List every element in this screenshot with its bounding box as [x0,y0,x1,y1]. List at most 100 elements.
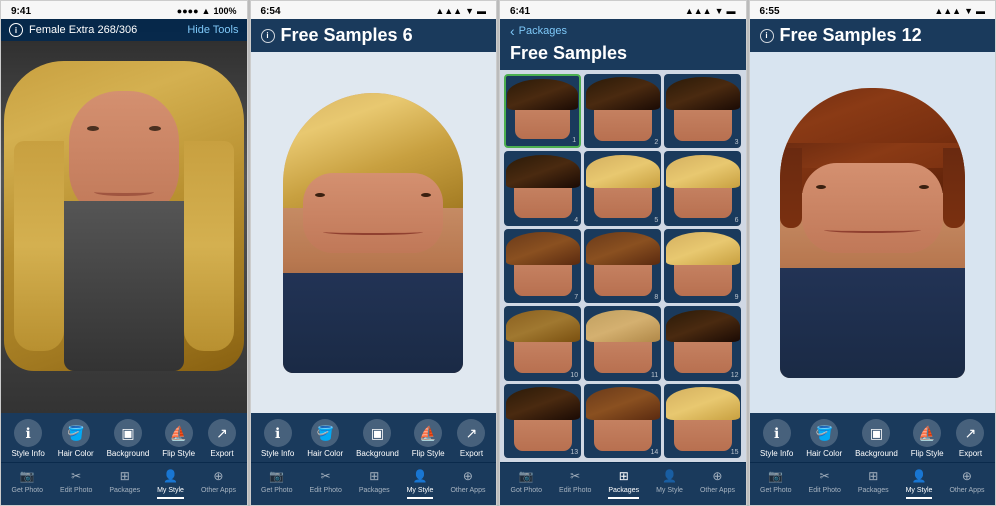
info-icon-2[interactable]: i [261,29,275,43]
cell-num-7: 7 [574,294,578,301]
background-icon-2: ▣ [363,419,391,447]
tab-other-apps-4[interactable]: ⊕ Other Apps [949,467,984,499]
tab-other-apps-1[interactable]: ⊕ Other Apps [201,467,236,499]
style-info-icon-4: ℹ [763,419,791,447]
mini-hair-13 [506,387,580,420]
cell-num-3: 3 [735,139,739,146]
app-header-4: i Free Samples 12 [750,19,996,52]
grid-cell-12[interactable]: 12 [664,306,741,380]
grid-cell-2[interactable]: 2 [584,74,661,148]
grid-cell-3[interactable]: 3 [664,74,741,148]
toolbar-top-2: ℹ Style Info 🪣 Hair Color ▣ Background ⛵… [251,413,497,462]
tool-hair-color-1[interactable]: 🪣 Hair Color [58,419,94,458]
grid-cell-9[interactable]: 9 [664,229,741,303]
back-label-3[interactable]: Packages [519,25,567,37]
got-photo-icon-3: 📷 [515,467,537,485]
tab-get-photo-4[interactable]: 📷 Get Photo [760,467,792,499]
tool-flip-style-1[interactable]: ⛵ Flip Style [162,419,195,458]
mini-person-6 [674,159,732,219]
grid-cell-1[interactable]: 1 [504,74,581,148]
info-icon-4[interactable]: i [760,29,774,43]
hair-color-icon-4: 🪣 [810,419,838,447]
packages-icon-1: ⊞ [114,467,136,485]
tool-style-info-1[interactable]: ℹ Style Info [11,419,44,458]
cell-num-5: 5 [654,217,658,224]
cell-num-11: 11 [651,372,658,379]
tool-background-2[interactable]: ▣ Background [356,419,399,458]
tab-edit-photo-4[interactable]: ✂ Edit Photo [809,467,841,499]
tab-packages-3[interactable]: ⊞ Packages [608,467,639,499]
edit-photo-icon-1: ✂ [65,467,87,485]
tab-get-photo-2[interactable]: 📷 Get Photo [261,467,293,499]
grid-cell-15[interactable]: 15 [664,384,741,458]
mini-hair-4 [506,155,580,188]
info-icon-1[interactable]: i [9,23,23,37]
eye-left-4 [816,185,826,189]
grid-cell-8[interactable]: 8 [584,229,661,303]
tool-export-4[interactable]: ↗ Export [956,419,984,458]
flip-style-icon-1: ⛵ [165,419,193,447]
tab-my-style-2[interactable]: 👤 My Style [407,467,434,499]
time-2: 6:54 [261,6,281,17]
tool-hair-color-4[interactable]: 🪣 Hair Color [806,419,842,458]
tool-flip-style-4[interactable]: ⛵ Flip Style [911,419,944,458]
grid-cell-5[interactable]: 5 [584,151,661,225]
hide-tools-btn[interactable]: Hide Tools [187,24,238,36]
get-photo-label-2: Get Photo [261,487,293,494]
tab-packages-1[interactable]: ⊞ Packages [109,467,140,499]
tab-my-style-4[interactable]: 👤 My Style [906,467,933,499]
mini-hair-12 [666,310,740,343]
grid-cell-11[interactable]: 11 [584,306,661,380]
woman-photo-4 [780,88,965,378]
grid-cell-4[interactable]: 4 [504,151,581,225]
mouth-2 [323,229,423,235]
tool-style-info-4[interactable]: ℹ Style Info [760,419,793,458]
tab-edit-photo-1[interactable]: ✂ Edit Photo [60,467,92,499]
grid-cell-7[interactable]: 7 [504,229,581,303]
tab-edit-photo-3[interactable]: ✂ Edit Photo [559,467,591,499]
app-header-2: i Free Samples 6 [251,19,497,52]
mini-person-3 [674,81,732,141]
tab-edit-photo-2[interactable]: ✂ Edit Photo [310,467,342,499]
tool-background-4[interactable]: ▣ Background [855,419,898,458]
got-photo-label-3: Got Photo [511,487,543,494]
tab-my-style-1[interactable]: 👤 My Style [157,467,184,499]
get-photo-icon-1: 📷 [16,467,38,485]
tool-export-2[interactable]: ↗ Export [457,419,485,458]
other-apps-icon-3: ⊕ [706,467,728,485]
grid-cell-10[interactable]: 10 [504,306,581,380]
time-1: 9:41 [11,6,31,17]
tab-packages-2[interactable]: ⊞ Packages [359,467,390,499]
screen-4: i Free Samples 12 [750,19,996,505]
status-bar-3: 6:41 ▲▲▲ ▼ ▬ [500,1,746,19]
tab-packages-4[interactable]: ⊞ Packages [858,467,889,499]
export-label-2: Export [460,449,483,458]
tab-other-apps-3[interactable]: ⊕ Other Apps [700,467,735,499]
grid-cell-14[interactable]: 14 [584,384,661,458]
tool-export-1[interactable]: ↗ Export [208,419,236,458]
tab-other-apps-2[interactable]: ⊕ Other Apps [450,467,485,499]
flip-style-label-4: Flip Style [911,449,944,458]
other-apps-icon-4: ⊕ [956,467,978,485]
mini-person-2 [594,81,652,141]
tool-style-info-2[interactable]: ℹ Style Info [261,419,294,458]
mini-hair-15 [666,387,740,420]
grid-cell-13[interactable]: 13 [504,384,581,458]
grid-cell-6[interactable]: 6 [664,151,741,225]
signal-icon-1: ●●●● [177,6,199,16]
tool-flip-style-2[interactable]: ⛵ Flip Style [412,419,445,458]
cell-num-6: 6 [735,217,739,224]
mini-hair-11 [586,310,660,343]
export-icon-4: ↗ [956,419,984,447]
style-info-icon-1: ℹ [14,419,42,447]
cell-num-15: 15 [731,449,739,456]
export-label-4: Export [959,449,982,458]
tab-got-photo-3[interactable]: 📷 Got Photo [511,467,543,499]
tool-background-1[interactable]: ▣ Background [107,419,150,458]
tab-get-photo-1[interactable]: 📷 Get Photo [12,467,44,499]
edit-photo-label-3: Edit Photo [559,487,591,494]
tool-hair-color-2[interactable]: 🪣 Hair Color [307,419,343,458]
back-chevron-3[interactable]: ‹ [510,23,515,39]
tab-my-style-3[interactable]: 👤 My Style [656,467,683,499]
hair-color-icon-1: 🪣 [62,419,90,447]
